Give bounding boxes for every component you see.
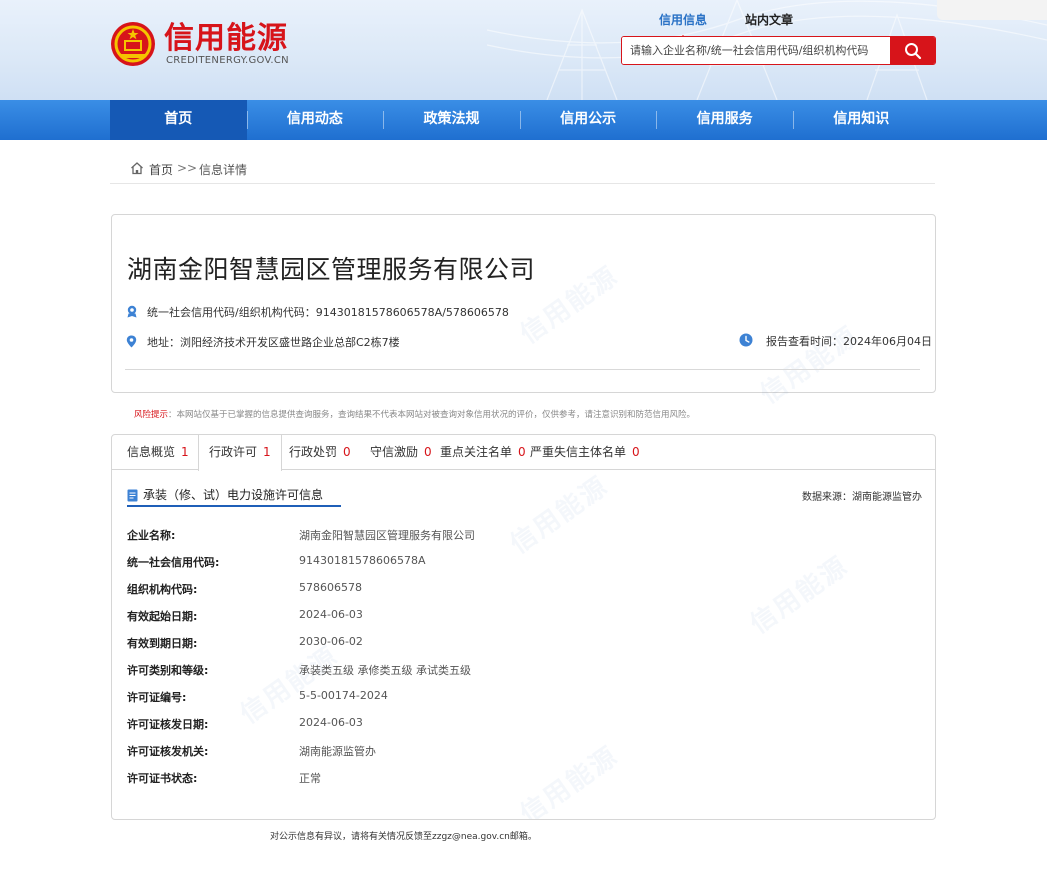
field-label: 企业名称: xyxy=(127,529,176,542)
site-logo[interactable]: 信用能源 CREDITENERGY.GOV.CN xyxy=(110,21,300,71)
tab-serious-dishonesty-list[interactable]: 严重失信主体名单 0 xyxy=(530,435,640,470)
search-tab-credit-info[interactable]: 信用信息 xyxy=(659,11,707,40)
site-header: 信用能源 CREDITENERGY.GOV.CN 信用信息 站内文章 xyxy=(0,0,1047,100)
nav-item-home[interactable]: 首页 xyxy=(110,100,247,140)
field-value: 5-5-00174-2024 xyxy=(299,689,388,702)
tab-count: 0 xyxy=(632,445,640,459)
field-label: 许可证书状态: xyxy=(127,772,198,785)
nav-item-credit-services[interactable]: 信用服务 xyxy=(656,100,793,140)
breadcrumb-separator: >> xyxy=(177,161,198,175)
breadcrumb: 首页 >> 信息详情 xyxy=(110,156,935,184)
section-title-wrap: 承装（修、试）电力设施许可信息 xyxy=(127,487,342,507)
field-value: 91430181578606578A xyxy=(299,554,426,567)
credential-icon xyxy=(127,305,137,318)
risk-label: 风险提示 xyxy=(134,410,169,420)
search-box xyxy=(621,36,936,65)
tab-label: 信息概览 xyxy=(127,445,176,459)
tab-count: 0 xyxy=(424,445,432,459)
site-title: 信用能源 xyxy=(164,21,288,56)
field-label: 统一社会信用代码: xyxy=(127,556,220,569)
field-value: 578606578 xyxy=(299,581,362,594)
report-time-text: 报告查看时间：2024年06月04日 xyxy=(766,335,932,348)
site-domain: CREDITENERGY.GOV.CN xyxy=(166,55,289,66)
field-value: 湖南金阳智慧园区管理服务有限公司 xyxy=(299,529,475,542)
watermark: 信用能源 xyxy=(514,741,624,820)
breadcrumb-home-link[interactable]: 首页 xyxy=(149,161,173,178)
location-pin-icon xyxy=(126,335,137,348)
home-icon xyxy=(131,162,143,175)
field-value: 2024-06-03 xyxy=(299,608,363,621)
tab-overview[interactable]: 信息概览 1 xyxy=(127,435,189,470)
nav-item-credit-knowledge[interactable]: 信用知识 xyxy=(792,100,930,140)
field-value: 承装类五级 承修类五级 承试类五级 xyxy=(299,664,471,677)
credit-code-text: 统一社会信用代码/组织机构代码：91430181578606578A/57860… xyxy=(147,306,509,319)
field-value: 正常 xyxy=(299,772,321,785)
corner-tab xyxy=(937,0,1047,20)
search-icon xyxy=(904,42,921,59)
nav-item-credit-news[interactable]: 信用动态 xyxy=(246,100,384,140)
nav-item-policies[interactable]: 政策法规 xyxy=(383,100,520,140)
tab-administrative-license[interactable]: 行政许可 1 xyxy=(198,435,282,471)
section-title: 承装（修、试）电力设施许可信息 xyxy=(143,488,324,502)
risk-notice: 风险提示：本网站仅基于已掌握的信息提供查询服务，查询结果不代表本网站对被查询对象… xyxy=(134,408,695,420)
details-panel: 信用能源 信用能源 信用能源 信用能源 信息概览 1 行政许可 1 行政处罚 0 守信… xyxy=(111,434,936,820)
watermark: 信用能源 xyxy=(504,471,614,560)
field-label: 许可证编号: xyxy=(127,691,187,704)
tab-count: 1 xyxy=(181,445,189,459)
national-emblem-icon xyxy=(111,22,155,66)
tab-count: 0 xyxy=(518,445,526,459)
section-header: 承装（修、试）电力设施许可信息 数据来源：湖南能源监管办 xyxy=(127,487,922,507)
watermark: 信用能源 xyxy=(744,551,854,640)
objection-notice: 对公示信息有异议，请将有关情况反馈至zzgz@nea.gov.cn邮箱。 xyxy=(270,832,537,842)
risk-text: ：本网站仅基于已掌握的信息提供查询服务，查询结果不代表本网站对被查询对象信用状况… xyxy=(168,410,696,420)
search-tab-site-articles[interactable]: 站内文章 xyxy=(745,11,793,28)
field-label: 许可证核发机关: xyxy=(127,745,209,758)
field-label: 有效起始日期: xyxy=(127,610,198,623)
nav-item-credit-publicity[interactable]: 信用公示 xyxy=(519,100,657,140)
company-name: 湖南金阳智慧园区管理服务有限公司 xyxy=(127,255,536,284)
tab-count: 0 xyxy=(343,445,351,459)
tab-key-attention-list[interactable]: 重点关注名单 0 xyxy=(440,435,526,470)
field-label: 组织机构代码: xyxy=(127,583,198,596)
tab-label: 行政许可 xyxy=(209,445,258,459)
field-label: 许可类别和等级: xyxy=(127,664,209,677)
tab-label: 严重失信主体名单 xyxy=(530,445,627,459)
main-nav: 首页 信用动态 政策法规 信用公示 信用服务 信用知识 xyxy=(0,100,1047,140)
tab-trust-incentive[interactable]: 守信激励 0 xyxy=(370,435,432,470)
search-input[interactable] xyxy=(622,37,892,64)
field-value: 2030-06-02 xyxy=(299,635,363,648)
field-label: 许可证核发日期: xyxy=(127,718,209,731)
watermark: 信用能源 xyxy=(754,321,864,410)
tab-administrative-penalty[interactable]: 行政处罚 0 xyxy=(289,435,351,470)
address-line: 地址：浏阳经济技术开发区盛世路企业总部C2栋7楼 xyxy=(126,334,426,350)
field-value: 湖南能源监管办 xyxy=(299,745,376,758)
tab-label: 重点关注名单 xyxy=(440,445,513,459)
tab-label: 行政处罚 xyxy=(289,445,338,459)
company-card: 信用能源 信用能源 湖南金阳智慧园区管理服务有限公司 统一社会信用代码/组织机构… xyxy=(111,214,936,410)
tab-bar: 信息概览 1 行政许可 1 行政处罚 0 守信激励 0 重点关注名单 0 严重失信主体名单… xyxy=(112,435,935,471)
search-button[interactable] xyxy=(890,37,935,64)
report-time-line: 报告查看时间：2024年06月04日 xyxy=(739,333,932,349)
credit-code-line: 统一社会信用代码/组织机构代码：91430181578606578A/57860… xyxy=(126,304,546,320)
tab-label: 守信激励 xyxy=(370,445,419,459)
data-source: 数据来源：湖南能源监管办 xyxy=(802,492,922,503)
tab-count: 1 xyxy=(263,445,271,459)
breadcrumb-current: 信息详情 xyxy=(199,163,248,177)
clock-icon xyxy=(739,333,753,347)
document-icon xyxy=(127,489,138,502)
card-divider xyxy=(125,369,920,370)
field-value: 2024-06-03 xyxy=(299,716,363,729)
address-text: 地址：浏阳经济技术开发区盛世路企业总部C2栋7楼 xyxy=(147,336,400,349)
field-label: 有效到期日期: xyxy=(127,637,198,650)
